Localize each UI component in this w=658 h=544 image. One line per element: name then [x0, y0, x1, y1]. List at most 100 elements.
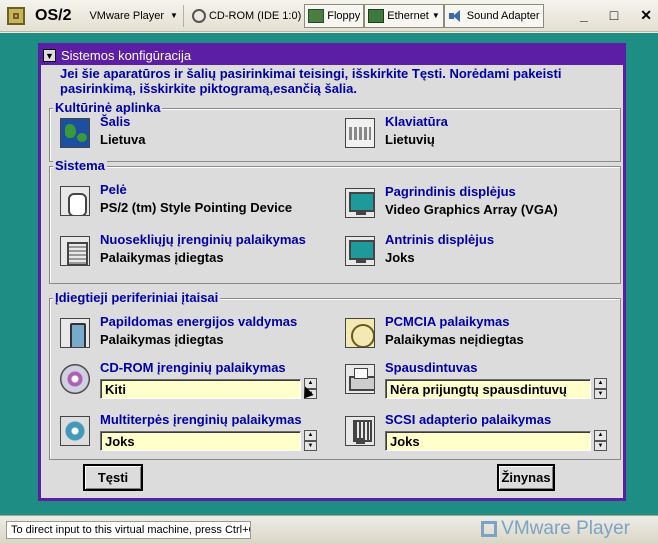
system-menu-icon[interactable]: ▼ [43, 49, 56, 62]
device-ethernet-label: Ethernet [387, 9, 429, 22]
ethernet-icon [368, 8, 385, 23]
item-power-management-label: Papildomas energijos valdymas [100, 314, 298, 329]
item-country-label: Šalis [100, 114, 131, 129]
minimize-icon[interactable]: _ [580, 7, 588, 24]
item-secondary-display: Antrinis displėjus Joks [345, 232, 615, 272]
scsi-adapter-icon[interactable] [345, 416, 375, 446]
group-system-label: Sistema [53, 158, 107, 173]
multimedia-select[interactable]: Joks ▲ ▼ [100, 430, 317, 451]
printer-icon[interactable] [345, 364, 375, 394]
item-serial-devices: Nuosekliųjų įrenginių palaikymas Palaiky… [60, 232, 330, 272]
item-scsi-label: SCSI adapterio palaikymas [385, 412, 552, 427]
group-peripherals: Įdiegtieji periferiniai įtaisai Papildom… [49, 290, 621, 460]
device-floppy[interactable]: Floppy [304, 3, 365, 28]
sound-icon [448, 9, 464, 23]
item-power-management-value: Palaikymas įdiegtas [100, 332, 224, 347]
mouse-icon[interactable] [60, 186, 90, 216]
item-scsi: SCSI adapterio palaikymas Joks ▲ ▼ [345, 412, 615, 454]
cdrom-support-select[interactable]: Kiti ▲ ▼ [100, 378, 317, 399]
spin-up-icon[interactable]: ▲ [594, 378, 607, 389]
group-peripherals-label: Įdiegtieji periferiniai įtaisai [53, 290, 221, 305]
item-mouse-value: PS/2 (tm) Style Pointing Device [100, 200, 293, 215]
printer-select[interactable]: Nėra prijungtų spausdintuvų ▲ ▼ [385, 378, 607, 399]
monitor-icon[interactable] [345, 236, 375, 266]
item-pcmcia: PCMCIA palaikymas Palaikymas neįdiegtas [345, 314, 615, 354]
battery-icon[interactable] [60, 318, 90, 348]
spin-up-icon[interactable]: ▲ [304, 430, 317, 441]
device-sound[interactable]: Sound Adapter [443, 3, 544, 28]
item-keyboard: Klaviatūra Lietuvių [345, 114, 605, 154]
vmware-player-menu-label: VMware Player [89, 9, 165, 22]
item-primary-display: Pagrindinis displėjus Video Graphics Arr… [345, 184, 615, 224]
vmware-toolbar: OS/2 VMware Player ▼ CD-ROM (IDE 1:0) Fl… [0, 0, 658, 32]
globe-icon[interactable] [60, 118, 90, 148]
scsi-field[interactable]: Joks [385, 430, 591, 451]
item-printer-label: Spausdintuvas [385, 360, 478, 375]
group-culture-label: Kultūrinė aplinka [53, 100, 163, 115]
system-config-dialog: ▼ Sistemos konfigūracija Jei šie aparatū… [38, 43, 626, 501]
scsi-spinner[interactable]: ▲ ▼ [594, 430, 607, 451]
dialog-title-bar: ▼ Sistemos konfigūracija [41, 46, 623, 65]
guest-desktop[interactable]: ▼ Sistemos konfigūracija Jei šie aparatū… [0, 33, 658, 515]
dialog-title: Sistemos konfigūracija [61, 48, 192, 63]
group-system: Sistema Pelė PS/2 (tm) Style Pointing De… [49, 158, 621, 284]
close-icon[interactable]: ✕ [640, 7, 652, 24]
item-cdrom-support: CD-ROM įrenginių palaikymas Kiti ▲ ▼ [60, 360, 330, 402]
window-controls: _ □ ✕ [580, 7, 652, 24]
toolbar-separator [182, 4, 184, 27]
spin-down-icon[interactable]: ▼ [304, 440, 317, 451]
item-pcmcia-value: Palaikymas neįdiegtas [385, 332, 524, 347]
device-cdrom[interactable]: CD-ROM (IDE 1:0) [189, 4, 304, 28]
chevron-down-icon[interactable]: ▼ [432, 11, 440, 20]
item-pcmcia-label: PCMCIA palaikymas [385, 314, 510, 329]
floppy-icon [308, 8, 325, 23]
item-mouse-label: Pelė [100, 182, 127, 197]
chevron-down-icon: ▼ [170, 11, 178, 20]
item-keyboard-label: Klaviatūra [385, 114, 448, 129]
pcmcia-card-icon[interactable] [345, 318, 375, 348]
item-primary-display-label: Pagrindinis displėjus [385, 184, 516, 199]
device-floppy-label: Floppy [327, 9, 361, 22]
item-power-management: Papildomas energijos valdymas Palaikymas… [60, 314, 330, 354]
item-mouse: Pelė PS/2 (tm) Style Pointing Device [60, 182, 330, 222]
spin-up-icon[interactable]: ▲ [594, 430, 607, 441]
vmware-logo-icon [481, 521, 498, 537]
multimedia-field[interactable]: Joks [100, 430, 301, 451]
dialog-info-text: Jei šie aparatūros ir šalių pasirinkimai… [60, 66, 562, 96]
vmware-brand: VMware Player [481, 518, 630, 540]
monitor-icon[interactable] [345, 188, 375, 218]
cd-disc-icon[interactable] [60, 364, 90, 394]
status-message: To direct input to this virtual machine,… [6, 521, 251, 539]
vmware-player-menu[interactable]: VMware Player ▼ [89, 10, 178, 22]
item-secondary-display-value: Joks [385, 250, 415, 265]
multimedia-icon[interactable] [60, 416, 90, 446]
item-multimedia-label: Multiterpės įrenginių palaikymas [100, 412, 302, 427]
multimedia-spinner[interactable]: ▲ ▼ [304, 430, 317, 451]
spin-down-icon[interactable]: ▼ [594, 388, 607, 399]
maximize-icon[interactable]: □ [610, 7, 618, 24]
device-ethernet[interactable]: Ethernet ▼ [364, 3, 444, 28]
item-country-value: Lietuva [100, 132, 146, 147]
item-primary-display-value: Video Graphics Array (VGA) [385, 202, 558, 217]
spin-down-icon[interactable]: ▼ [594, 440, 607, 451]
item-cdrom-support-label: CD-ROM įrenginių palaikymas [100, 360, 286, 375]
continue-button[interactable]: Tęsti [83, 464, 143, 491]
item-secondary-display-label: Antrinis displėjus [385, 232, 495, 247]
item-country: Šalis Lietuva [60, 114, 320, 154]
printer-spinner[interactable]: ▲ ▼ [594, 378, 607, 399]
vmware-logo-icon [7, 6, 25, 25]
vmware-statusbar: To direct input to this virtual machine,… [0, 515, 658, 544]
scsi-select[interactable]: Joks ▲ ▼ [385, 430, 607, 451]
device-cdrom-label: CD-ROM (IDE 1:0) [208, 9, 302, 22]
keyboard-icon[interactable] [345, 118, 375, 148]
item-keyboard-value: Lietuvių [385, 132, 435, 147]
serial-port-icon[interactable] [60, 236, 90, 266]
item-multimedia: Multiterpės įrenginių palaikymas Joks ▲ ▼ [60, 412, 330, 454]
item-serial-devices-label: Nuosekliųjų įrenginių palaikymas [100, 232, 306, 247]
printer-field[interactable]: Nėra prijungtų spausdintuvų [385, 378, 591, 399]
item-printer: Spausdintuvas Nėra prijungtų spausdintuv… [345, 360, 615, 402]
help-button[interactable]: Žinynas [497, 464, 555, 491]
cdrom-support-field[interactable]: Kiti [100, 378, 301, 399]
vm-title: OS/2 [35, 6, 72, 24]
group-culture: Kultūrinė aplinka Šalis Lietuva Klaviatū… [49, 100, 621, 162]
